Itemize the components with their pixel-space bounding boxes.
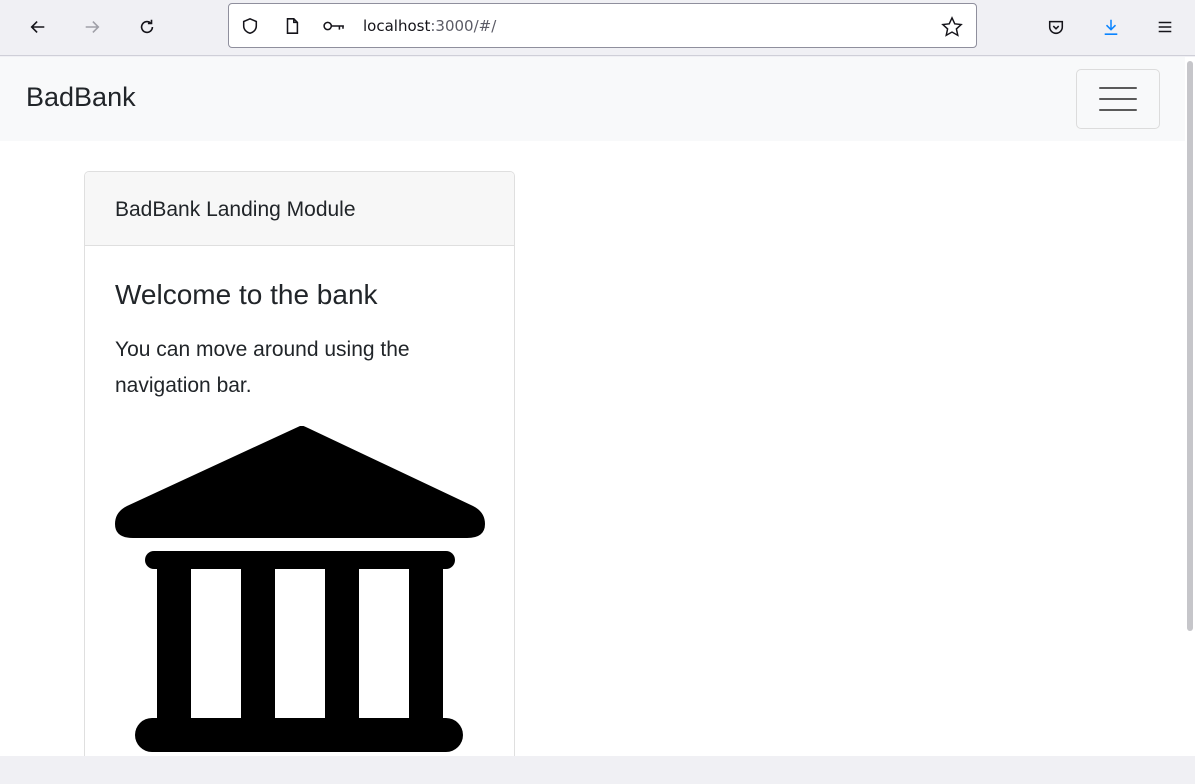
pocket-button[interactable] — [1039, 10, 1073, 44]
scrollbar-thumb[interactable] — [1187, 61, 1193, 631]
navbar: BadBank — [0, 57, 1185, 141]
url-path: :3000/#/ — [430, 17, 497, 35]
navbar-toggler-button[interactable] — [1076, 69, 1160, 129]
hamburger-icon — [1158, 21, 1172, 33]
downloads-button[interactable] — [1094, 10, 1128, 44]
page-scrollbar[interactable] — [1185, 57, 1195, 756]
key-icon[interactable] — [321, 16, 347, 36]
pocket-icon — [1048, 20, 1064, 35]
card-title: Welcome to the bank — [115, 279, 378, 310]
browser-toolbar: localhost:3000/#/ — [0, 0, 1195, 56]
back-button[interactable] — [21, 10, 55, 44]
arrow-right-icon — [85, 21, 100, 33]
toggler-bar — [1099, 109, 1137, 111]
forward-button[interactable] — [75, 10, 109, 44]
url-host: localhost — [363, 17, 431, 35]
menu-button[interactable] — [1148, 10, 1182, 44]
toggler-bar — [1099, 87, 1137, 89]
shield-icon[interactable] — [240, 16, 260, 36]
navbar-brand[interactable]: BadBank — [26, 82, 136, 113]
page-icon[interactable] — [282, 16, 302, 36]
card-text: You can move around using the navigation… — [115, 338, 410, 397]
reload-icon — [140, 19, 154, 34]
browser-bottom-strip — [0, 756, 1195, 784]
reload-button[interactable] — [130, 10, 164, 44]
download-icon — [1104, 19, 1118, 35]
url-text[interactable]: localhost:3000/#/ — [363, 17, 496, 35]
arrow-left-icon — [30, 21, 45, 33]
page-viewport: BadBank BadBank Landing Module Welcome t… — [0, 57, 1185, 756]
bookmark-star-icon[interactable] — [940, 15, 964, 39]
bank-icon — [115, 426, 485, 752]
card-header: BadBank Landing Module — [85, 172, 514, 246]
landing-card: BadBank Landing Module Welcome to the ba… — [84, 171, 515, 756]
toggler-bar — [1099, 98, 1137, 100]
url-bar[interactable]: localhost:3000/#/ — [228, 3, 977, 48]
